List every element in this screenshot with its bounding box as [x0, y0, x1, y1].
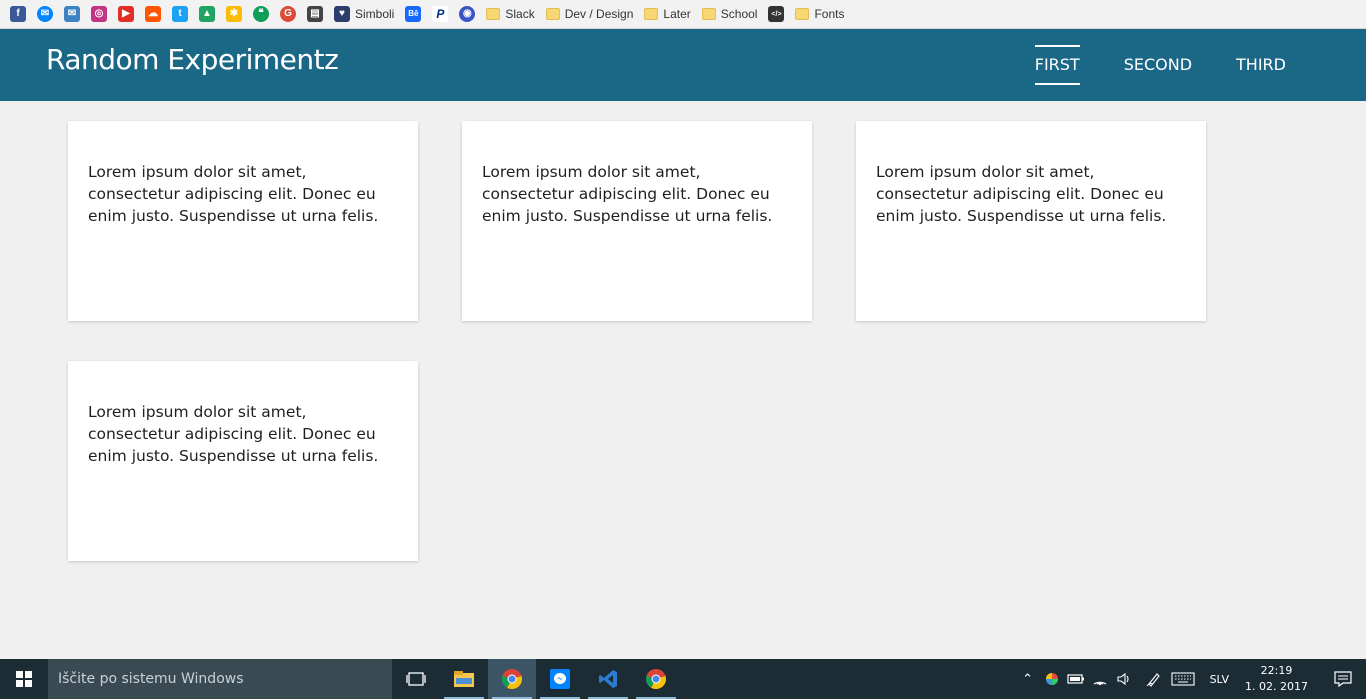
chrome-icon — [502, 669, 522, 690]
language-indicator[interactable]: SLV — [1210, 673, 1229, 686]
main-nav: FIRST SECOND THIRD — [991, 29, 1286, 101]
google-drive-icon[interactable]: ▲ — [199, 0, 215, 29]
task-view-icon — [406, 672, 426, 686]
clock-time: 22:19 — [1260, 664, 1293, 677]
notification-icon — [1334, 671, 1352, 687]
card: Lorem ipsum dolor sit amet, consectetur … — [462, 121, 812, 321]
start-button[interactable] — [0, 659, 48, 699]
vscode-icon — [599, 670, 617, 688]
mail-icon[interactable]: ✉ — [64, 0, 80, 29]
chrome-button-2[interactable] — [632, 659, 680, 699]
file-explorer-button[interactable] — [440, 659, 488, 699]
folder-icon — [795, 8, 810, 20]
keyboard-icon[interactable] — [1166, 659, 1200, 699]
card-text: Lorem ipsum dolor sit amet, consectetur … — [482, 163, 773, 225]
clock-date: 1. 02. 2017 — [1245, 680, 1308, 693]
clock[interactable]: 22:19 1. 02. 2017 — [1245, 663, 1308, 695]
chrome-button[interactable] — [488, 659, 536, 699]
card: Lorem ipsum dolor sit amet, consectetur … — [856, 121, 1206, 321]
soundcloud-icon[interactable]: ☁ — [145, 0, 161, 29]
color-wheel-icon[interactable] — [1040, 659, 1064, 699]
windows-taskbar: Iščite po sistemu Windows ⌃ SLV 22:19 1.… — [0, 659, 1366, 699]
card-text: Lorem ipsum dolor sit amet, consectetur … — [88, 163, 379, 225]
instagram-icon[interactable]: ◎ — [91, 0, 107, 29]
windows-logo-icon — [16, 671, 32, 687]
messenger-icon — [550, 669, 570, 689]
system-tray: ⌃ SLV 22:19 1. 02. 2017 — [1016, 659, 1366, 699]
bookmark-folder-school[interactable]: School — [701, 0, 757, 29]
nav-third[interactable]: THIRD — [1236, 45, 1286, 85]
chrome-icon — [646, 669, 666, 690]
nav-first[interactable]: FIRST — [1034, 45, 1080, 85]
bookmark-folder-later[interactable]: Later — [644, 0, 691, 29]
twitter-icon[interactable]: t — [172, 0, 188, 29]
bookmark-folder-fonts[interactable]: Fonts — [795, 0, 844, 29]
bookmark-folder-slack[interactable]: Slack — [486, 0, 535, 29]
folder-icon — [454, 671, 474, 687]
bookmark-folder-dev-design[interactable]: Dev / Design — [545, 0, 633, 29]
vscode-button[interactable] — [584, 659, 632, 699]
battery-icon[interactable] — [1064, 659, 1088, 699]
chevron-up-icon[interactable]: ⌃ — [1016, 659, 1040, 699]
site-title[interactable]: Random Experimentz — [46, 43, 339, 76]
taskbar-search-input[interactable]: Iščite po sistemu Windows — [48, 659, 392, 699]
bookmarks-bar: f ✉ ✉ ◎ ▶ ☁ t ▲ ✱ ❝ G ▤ ♥ Simboli Bē P ◉… — [0, 0, 1366, 29]
task-view-button[interactable] — [392, 659, 440, 699]
youtube-icon[interactable]: ▶ — [118, 0, 134, 29]
facebook-icon[interactable]: f — [10, 0, 26, 29]
volume-icon[interactable] — [1112, 659, 1136, 699]
action-center-button[interactable] — [1320, 659, 1366, 699]
google-plus-icon[interactable]: G — [280, 0, 296, 29]
card: Lorem ipsum dolor sit amet, consectetur … — [68, 121, 418, 321]
messenger-icon[interactable]: ✉ — [37, 0, 53, 29]
behance-icon[interactable]: Bē — [405, 0, 422, 29]
site-header: Random Experimentz FIRST SECOND THIRD — [0, 29, 1366, 101]
heart-icon: ♥ — [334, 6, 350, 22]
google-photos-icon[interactable]: ✱ — [226, 0, 242, 29]
code-icon[interactable]: </> — [768, 0, 785, 29]
hangouts-icon[interactable]: ❝ — [253, 0, 269, 29]
messenger-app-button[interactable] — [536, 659, 584, 699]
pocket-icon[interactable]: ◉ — [459, 0, 476, 29]
bookmark-simboli[interactable]: ♥ Simboli — [334, 0, 394, 29]
paypal-icon[interactable]: P — [432, 0, 449, 29]
pen-icon[interactable] — [1142, 659, 1166, 699]
nav-second[interactable]: SECOND — [1124, 45, 1192, 85]
card: Lorem ipsum dolor sit amet, consectetur … — [68, 361, 418, 561]
card-text: Lorem ipsum dolor sit amet, consectetur … — [88, 403, 379, 465]
folder-icon — [644, 8, 659, 20]
folder-icon — [486, 8, 501, 20]
folder-icon — [701, 8, 716, 20]
folder-icon — [545, 8, 560, 20]
card-text: Lorem ipsum dolor sit amet, consectetur … — [876, 163, 1167, 225]
wifi-icon[interactable] — [1088, 659, 1112, 699]
film-icon[interactable]: ▤ — [307, 0, 323, 29]
